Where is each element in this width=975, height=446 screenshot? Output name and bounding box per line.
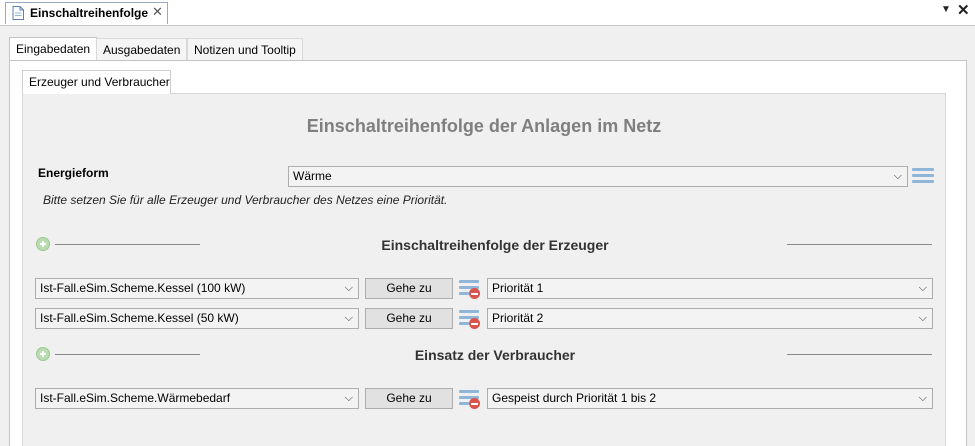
energy-form-value: Wärme bbox=[293, 169, 332, 183]
chevron-down-icon: ⌵ bbox=[344, 312, 353, 324]
divider bbox=[55, 354, 200, 355]
close-window-icon[interactable]: ✕ bbox=[957, 1, 970, 19]
supply-value: Gespeist durch Priorität 1 bis 2 bbox=[492, 391, 657, 405]
producer-value: Ist-Fall.eSim.Scheme.Kessel (100 kW) bbox=[40, 281, 246, 295]
tab-erzeuger-und-verbraucher[interactable]: Erzeuger und Verbraucher bbox=[22, 70, 171, 94]
remove-list-icon[interactable] bbox=[459, 309, 481, 329]
chevron-down-icon: ⌵ bbox=[918, 312, 927, 324]
tab-ausgabedaten[interactable]: Ausgabedaten bbox=[96, 38, 188, 60]
producers-section-title: Einschaltreihenfolge der Erzeuger bbox=[381, 237, 609, 253]
chevron-down-icon: ⌵ bbox=[918, 282, 927, 294]
divider bbox=[787, 354, 932, 355]
priority-value: Priorität 1 bbox=[492, 281, 544, 295]
tab-eingabedaten[interactable]: Eingabedaten bbox=[9, 37, 98, 61]
chevron-down-icon: ⌵ bbox=[344, 282, 353, 294]
consumer-select[interactable]: Ist-Fall.eSim.Scheme.Wärmebedarf ⌵ bbox=[35, 388, 359, 409]
goto-button[interactable]: Gehe zu bbox=[365, 308, 453, 329]
energy-form-select[interactable]: Wärme ⌵ bbox=[288, 166, 908, 187]
divider bbox=[787, 244, 932, 245]
list-icon[interactable] bbox=[912, 167, 934, 187]
energy-form-label: Energieform bbox=[38, 166, 109, 180]
priority-select[interactable]: Priorität 1 ⌵ bbox=[487, 278, 933, 299]
priority-select[interactable]: Priorität 2 ⌵ bbox=[487, 308, 933, 329]
priority-value: Priorität 2 bbox=[492, 311, 544, 325]
goto-button[interactable]: Gehe zu bbox=[365, 388, 453, 409]
add-icon[interactable] bbox=[36, 347, 50, 361]
hint-text: Bitte setzen Sie für alle Erzeuger und V… bbox=[43, 193, 448, 207]
remove-list-icon[interactable] bbox=[459, 389, 481, 409]
consumers-section-title: Einsatz der Verbraucher bbox=[414, 347, 576, 363]
producer-value: Ist-Fall.eSim.Scheme.Kessel (50 kW) bbox=[40, 311, 239, 325]
chevron-down-icon: ⌵ bbox=[344, 392, 353, 404]
goto-button[interactable]: Gehe zu bbox=[365, 278, 453, 299]
chevron-down-icon: ⌵ bbox=[918, 392, 927, 404]
consumer-value: Ist-Fall.eSim.Scheme.Wärmebedarf bbox=[40, 391, 231, 405]
document-icon bbox=[12, 6, 24, 20]
tab-notizen-und-tooltip[interactable]: Notizen und Tooltip bbox=[187, 38, 303, 60]
remove-list-icon[interactable] bbox=[459, 279, 481, 299]
document-tab-label: Einschaltreihenfolge bbox=[30, 6, 149, 20]
supply-select[interactable]: Gespeist durch Priorität 1 bis 2 ⌵ bbox=[487, 388, 933, 409]
producer-select[interactable]: Ist-Fall.eSim.Scheme.Kessel (100 kW) ⌵ bbox=[35, 278, 359, 299]
divider bbox=[55, 244, 200, 245]
producer-select[interactable]: Ist-Fall.eSim.Scheme.Kessel (50 kW) ⌵ bbox=[35, 308, 359, 329]
chevron-down-icon: ⌵ bbox=[893, 170, 902, 182]
dropdown-menu-icon[interactable]: ▼ bbox=[941, 4, 951, 15]
close-icon[interactable]: ✕ bbox=[152, 4, 163, 20]
document-tab[interactable]: Einschaltreihenfolge ✕ bbox=[5, 2, 168, 24]
add-icon[interactable] bbox=[36, 237, 50, 251]
page-title: Einschaltreihenfolge der Anlagen im Netz bbox=[306, 116, 662, 136]
